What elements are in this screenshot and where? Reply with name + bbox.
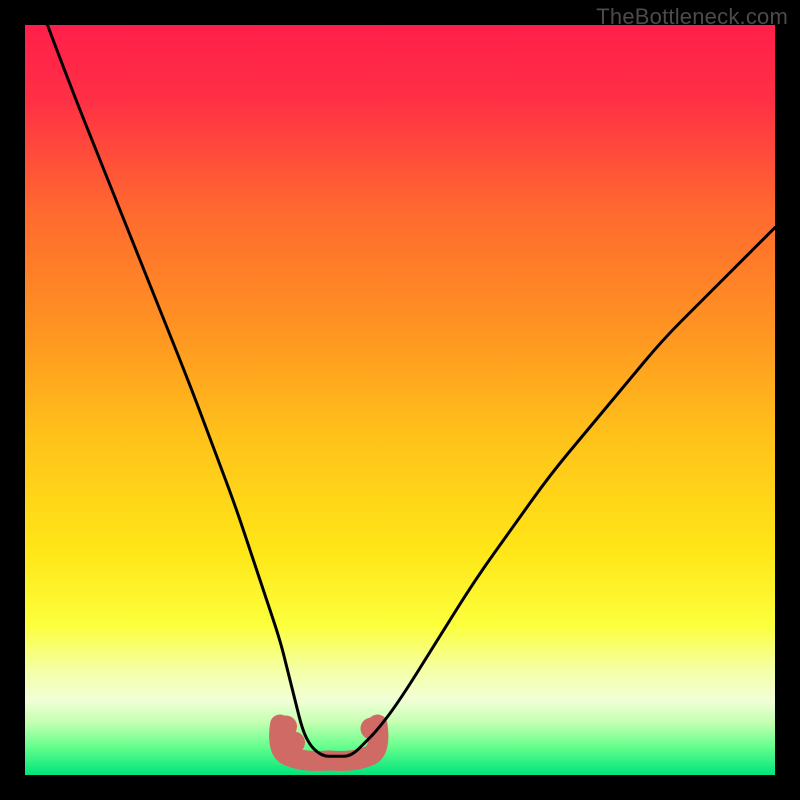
plot-area bbox=[25, 25, 775, 775]
chart-frame: TheBottleneck.com bbox=[0, 0, 800, 800]
chart-svg bbox=[25, 25, 775, 775]
bump-dot bbox=[283, 732, 305, 754]
gradient-background bbox=[25, 25, 775, 775]
watermark-text: TheBottleneck.com bbox=[596, 4, 788, 30]
